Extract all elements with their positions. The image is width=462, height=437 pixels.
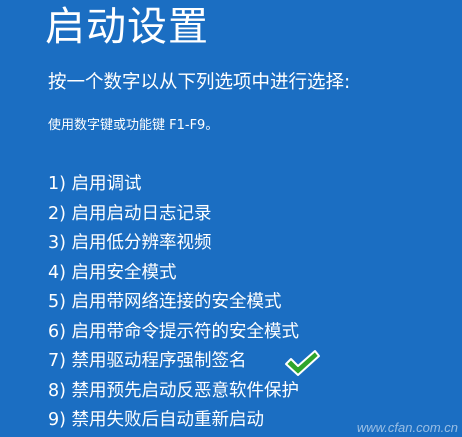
option-enable-safe-mode-networking[interactable]: 5) 启用带网络连接的安全模式 (48, 288, 299, 318)
option-enable-debugging[interactable]: 1) 启用调试 (48, 170, 299, 200)
checkmark-icon (285, 350, 320, 376)
key-hint-text: 使用数字键或功能键 F1-F9。 (48, 118, 219, 133)
option-enable-boot-logging[interactable]: 2) 启用启动日志记录 (48, 200, 299, 230)
page-title: 启动设置 (45, 4, 209, 50)
watermark-text: www.cfan.com.cn (356, 420, 458, 435)
option-enable-safe-mode[interactable]: 4) 启用安全模式 (48, 259, 299, 289)
option-disable-driver-signature-enforcement[interactable]: 7) 禁用驱动程序强制签名 (48, 347, 299, 377)
option-disable-automatic-restart[interactable]: 9) 禁用失败后自动重新启动 (48, 406, 299, 436)
option-disable-early-launch-anti-malware[interactable]: 8) 禁用预先启动反恶意软件保护 (48, 377, 299, 407)
instruction-text: 按一个数字以从下列选项中进行选择: (48, 72, 351, 93)
startup-options-list: 1) 启用调试 2) 启用启动日志记录 3) 启用低分辨率视频 4) 启用安全模… (48, 170, 299, 436)
option-enable-low-resolution-video[interactable]: 3) 启用低分辨率视频 (48, 229, 299, 259)
option-enable-safe-mode-command-prompt[interactable]: 6) 启用带命令提示符的安全模式 (48, 318, 299, 348)
